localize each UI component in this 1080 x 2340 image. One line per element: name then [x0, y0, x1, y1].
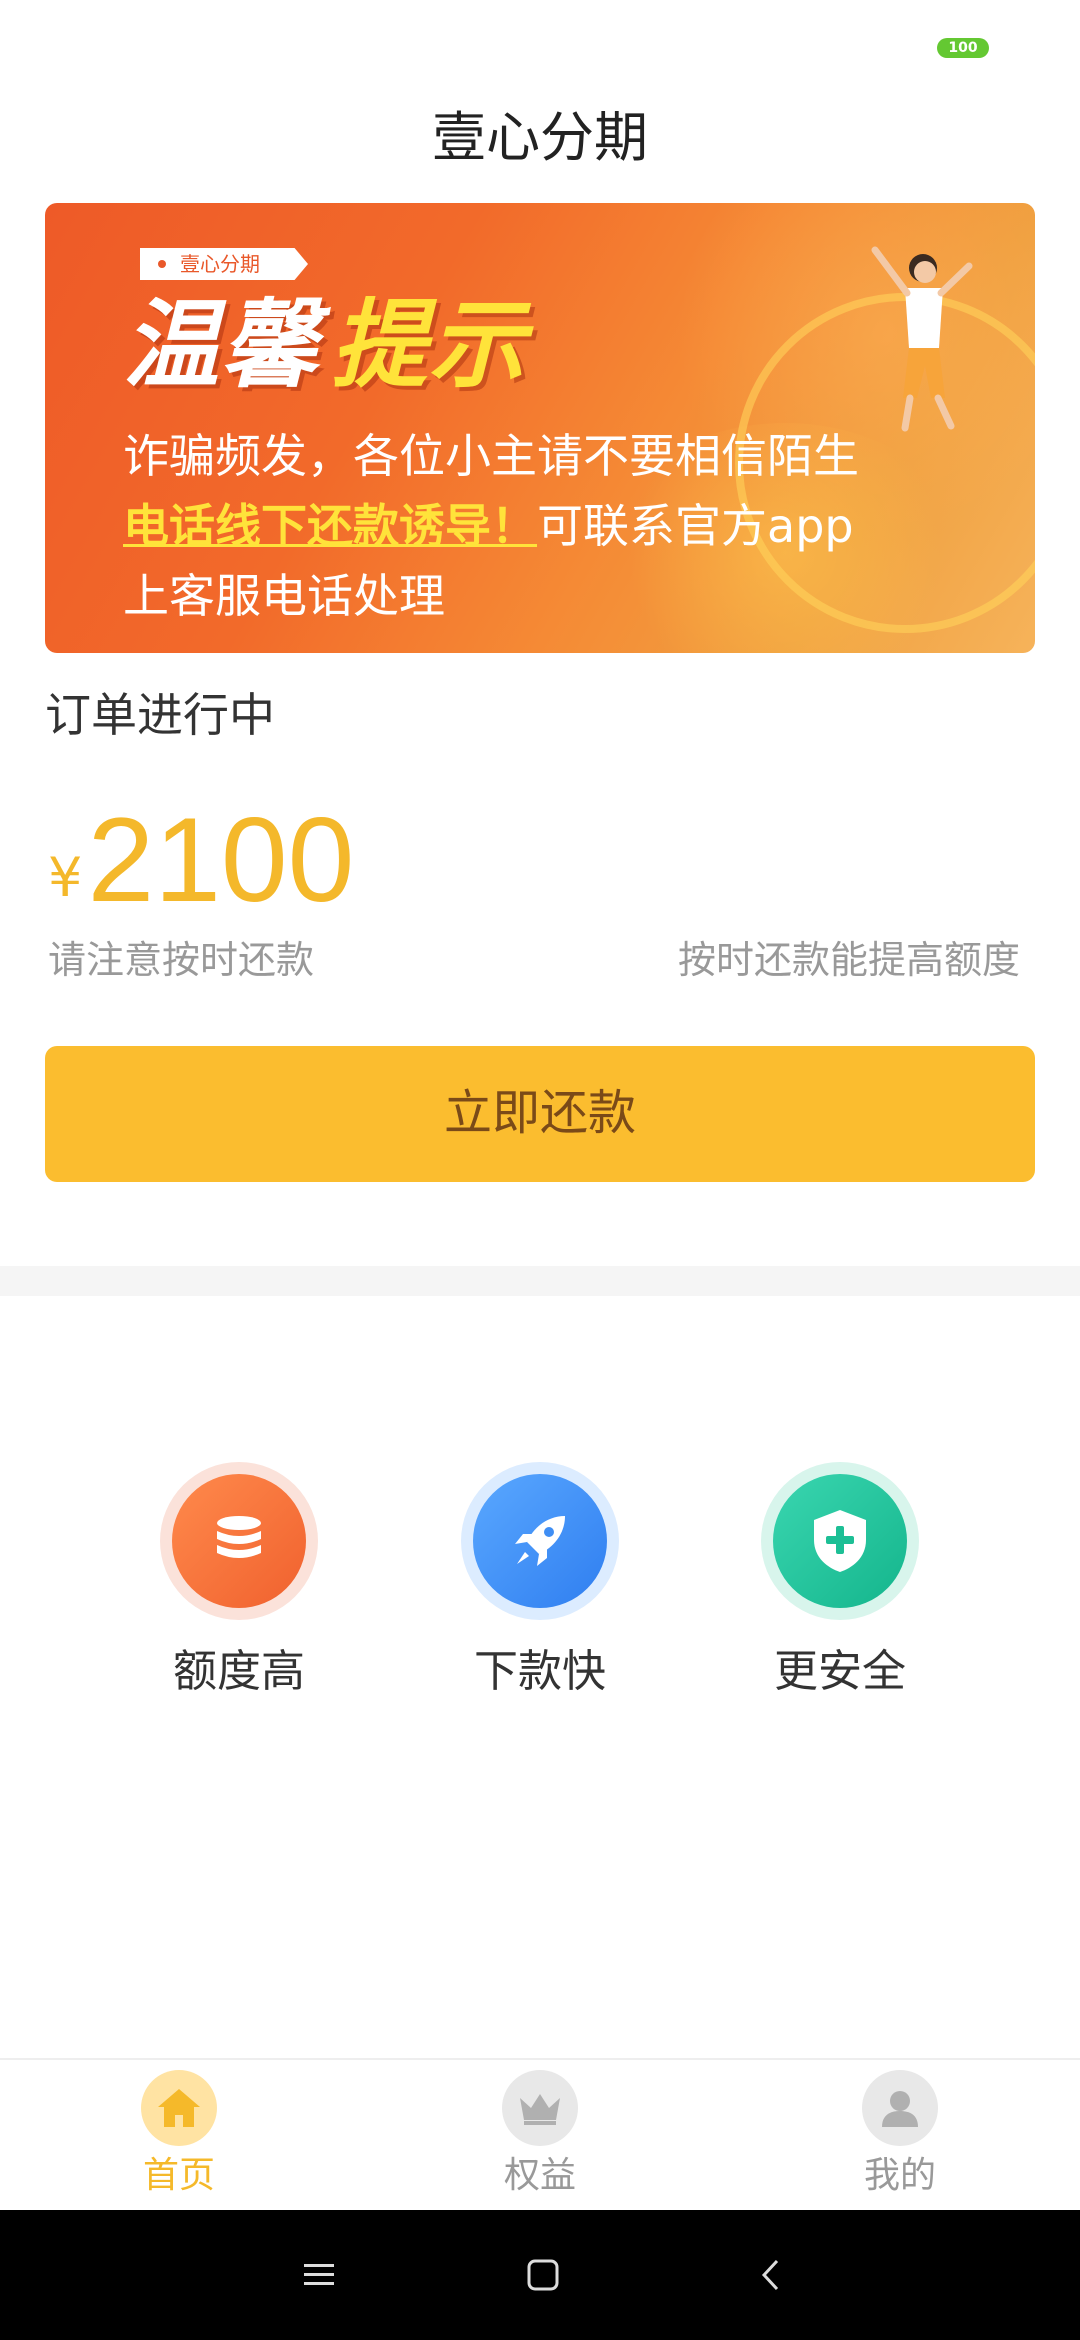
battery-icon: 100: [937, 38, 989, 58]
rocket-icon: [473, 1474, 607, 1608]
repay-reminder: 请注意按时还款: [48, 938, 315, 982]
badge-dot-icon: [158, 260, 166, 268]
tab-label: 我的: [863, 2155, 936, 2196]
database-coins-icon: [172, 1474, 306, 1608]
amount-value: 2100: [87, 793, 355, 927]
system-nav-bar: [0, 2210, 1080, 2340]
order-status: 订单进行中: [45, 688, 275, 742]
banner-line-2-rest: 可联系官方app: [537, 499, 854, 553]
banner-message: 诈骗频发，各位小主请不要相信陌生 电话线下还款诱导！可联系官方app 上客服电话…: [123, 421, 1003, 631]
feature-label: 下款快: [474, 1646, 606, 1697]
banner-line-2: 电话线下还款诱导！可联系官方app: [123, 491, 1003, 561]
tab-rights[interactable]: 权益: [440, 2070, 640, 2204]
banner-badge-text: 壹心分期: [180, 252, 260, 276]
home-icon: [141, 2070, 217, 2146]
user-icon: [862, 2070, 938, 2146]
tab-home[interactable]: 首页: [79, 2070, 279, 2204]
back-icon[interactable]: [741, 2245, 801, 2305]
banner-headline-yellow: 提示: [331, 289, 527, 401]
banner-line-1: 诈骗频发，各位小主请不要相信陌生: [123, 429, 859, 483]
page-title: 壹心分期: [432, 106, 648, 169]
feature-label: 更安全: [774, 1646, 906, 1697]
status-bar: 100: [0, 0, 1080, 90]
repay-now-button[interactable]: 立即还款: [45, 1046, 1035, 1182]
banner-badge: 壹心分期: [140, 248, 308, 280]
feature-high-limit: 额度高: [129, 1462, 349, 1702]
feature-ring: [160, 1462, 318, 1620]
feature-label: 额度高: [173, 1646, 305, 1697]
tab-label: 权益: [503, 2155, 576, 2196]
tab-mine[interactable]: 我的: [800, 2070, 1000, 2204]
banner-headline-white: 温馨: [123, 289, 319, 401]
bottom-tab-bar: 首页 权益 我的: [0, 2058, 1080, 2210]
banner-line-3: 上客服电话处理: [123, 569, 445, 623]
feature-ring: [461, 1462, 619, 1620]
feature-fast-payout: 下款快: [430, 1462, 650, 1702]
menu-icon[interactable]: [289, 2245, 349, 2305]
section-divider: [0, 1266, 1080, 1296]
credit-tip: 按时还款能提高额度: [677, 938, 1020, 982]
jumping-person-illustration: [871, 246, 973, 432]
feature-ring: [761, 1462, 919, 1620]
app-screen: 100 壹心分期 壹心分期 温馨 提示 诈骗频发，各位小主请不要相信陌生 电话线下…: [0, 0, 1080, 2340]
banner-line-2-highlight: 电话线下还款诱导！: [123, 499, 537, 553]
currency-symbol: ¥: [48, 846, 83, 909]
home-square-icon[interactable]: [513, 2245, 573, 2305]
amount-display: ¥ 2100: [48, 795, 354, 925]
crown-icon: [502, 2070, 578, 2146]
banner-headline: 温馨 提示: [123, 285, 527, 405]
shield-plus-icon: [773, 1474, 907, 1608]
feature-more-secure: 更安全: [730, 1462, 950, 1702]
tab-label: 首页: [142, 2155, 215, 2196]
notice-banner[interactable]: 壹心分期 温馨 提示 诈骗频发，各位小主请不要相信陌生 电话线下还款诱导！可联系官…: [45, 203, 1035, 653]
